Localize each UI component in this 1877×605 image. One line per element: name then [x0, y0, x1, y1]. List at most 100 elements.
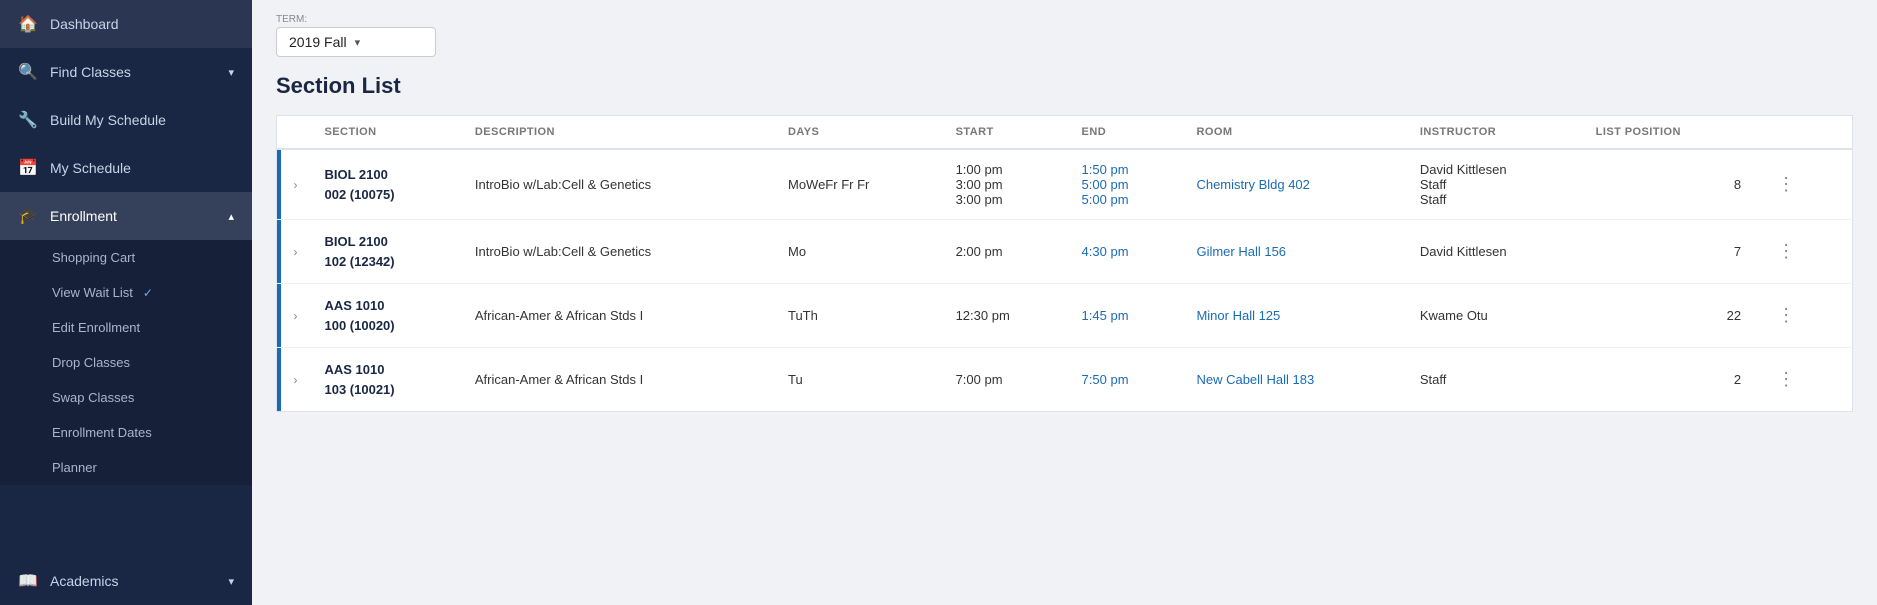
sidebar-item-build-schedule[interactable]: 🔧 Build My Schedule	[0, 96, 252, 144]
sidebar-item-swap-classes[interactable]: Swap Classes	[0, 380, 252, 415]
chevron-down-icon: ▾	[228, 66, 234, 79]
chevron-down-icon: ▾	[228, 575, 234, 588]
row-expand-button[interactable]: ›	[281, 149, 311, 220]
sidebar-item-enrollment[interactable]: 🎓 Enrollment ▴	[0, 192, 252, 240]
sidebar-item-my-schedule[interactable]: 📅 My Schedule	[0, 144, 252, 192]
row-days: Mo	[774, 220, 942, 284]
sidebar-item-dashboard[interactable]: 🏠 Dashboard	[0, 0, 252, 48]
sidebar-item-enrollment-dates[interactable]: Enrollment Dates	[0, 415, 252, 450]
home-icon: 🏠	[18, 14, 38, 34]
sidebar-item-view-wait-list[interactable]: View Wait List ✓	[0, 275, 252, 310]
row-end: 1:45 pm	[1068, 284, 1183, 348]
sidebar-item-academics[interactable]: 📖 Academics ▾	[0, 557, 252, 605]
graduation-icon: 🎓	[18, 206, 38, 226]
col-description: DESCRIPTION	[461, 116, 774, 150]
row-instructor: Staff	[1406, 348, 1582, 412]
col-section: SECTION	[311, 116, 461, 150]
table-row: ›BIOL 2100102 (12342)IntroBio w/Lab:Cell…	[277, 220, 1853, 284]
sidebar-item-planner[interactable]: Planner	[0, 450, 252, 485]
term-select[interactable]: 2019 Fall ▾	[276, 27, 436, 57]
col-list-position: LIST POSITION	[1582, 116, 1755, 150]
book-icon: 📖	[18, 571, 38, 591]
planner-label: Planner	[52, 460, 97, 475]
section-table: SECTION DESCRIPTION DAYS START END ROOM …	[276, 115, 1853, 412]
row-start: 1:00 pm3:00 pm3:00 pm	[942, 149, 1068, 220]
row-section: AAS 1010100 (10020)	[311, 284, 461, 348]
chevron-right-icon: ›	[294, 178, 298, 192]
row-room[interactable]: New Cabell Hall 183	[1182, 348, 1405, 412]
edit-enrollment-label: Edit Enrollment	[52, 320, 140, 335]
row-section: AAS 1010103 (10021)	[311, 348, 461, 412]
col-room: ROOM	[1182, 116, 1405, 150]
term-chevron-icon: ▾	[355, 36, 361, 49]
kebab-icon[interactable]: ⋮	[1769, 237, 1804, 265]
row-days: Tu	[774, 348, 942, 412]
shopping-cart-label: Shopping Cart	[52, 250, 135, 265]
table-row: › AAS 1010100 (10020)African-Amer & Afric…	[277, 284, 1853, 348]
col-actions	[1755, 116, 1852, 150]
content-area: Section List SECTION DESCRIPTION DAYS ST…	[252, 57, 1877, 605]
drop-classes-label: Drop Classes	[52, 355, 130, 370]
row-kebab-menu[interactable]: ⋮	[1755, 220, 1852, 284]
page-title: Section List	[276, 73, 1853, 99]
row-end: 1:50 pm5:00 pm5:00 pm	[1068, 149, 1183, 220]
enrollment-dates-label: Enrollment Dates	[52, 425, 152, 440]
row-start: 2:00 pm	[942, 220, 1068, 284]
kebab-icon[interactable]: ⋮	[1769, 365, 1804, 393]
sidebar-item-label: Enrollment	[50, 208, 216, 224]
row-description: African-Amer & African Stds I	[461, 284, 774, 348]
row-kebab-menu[interactable]: ⋮	[1755, 284, 1852, 348]
enrollment-submenu: Shopping Cart View Wait List ✓ Edit Enro…	[0, 240, 252, 485]
sidebar-item-drop-classes[interactable]: Drop Classes	[0, 345, 252, 380]
chevron-up-icon: ▴	[228, 210, 234, 223]
row-end: 7:50 pm	[1068, 348, 1183, 412]
col-end: END	[1068, 116, 1183, 150]
chevron-right-icon: ›	[294, 373, 298, 387]
sidebar-item-shopping-cart[interactable]: Shopping Cart	[0, 240, 252, 275]
sidebar: 🏠 Dashboard 🔍 Find Classes ▾ 🔧 Build My …	[0, 0, 252, 605]
row-expand-button[interactable]: ›	[281, 348, 311, 412]
row-description: IntroBio w/Lab:Cell & Genetics	[461, 220, 774, 284]
row-list-position: 7	[1582, 220, 1755, 284]
row-end: 4:30 pm	[1068, 220, 1183, 284]
col-instructor: INSTRUCTOR	[1406, 116, 1582, 150]
row-kebab-menu[interactable]: ⋮	[1755, 348, 1852, 412]
kebab-icon[interactable]: ⋮	[1769, 301, 1804, 329]
row-room[interactable]: Minor Hall 125	[1182, 284, 1405, 348]
sidebar-item-find-classes[interactable]: 🔍 Find Classes ▾	[0, 48, 252, 96]
wrench-icon: 🔧	[18, 110, 38, 130]
chevron-right-icon: ›	[294, 309, 298, 323]
expand-col-header	[281, 116, 311, 150]
row-room[interactable]: Gilmer Hall 156	[1182, 220, 1405, 284]
row-section: BIOL 2100002 (10075)	[311, 149, 461, 220]
row-expand-button[interactable]: ›	[281, 220, 311, 284]
sidebar-item-label: Dashboard	[50, 16, 234, 32]
row-list-position: 8	[1582, 149, 1755, 220]
sidebar-item-label: My Schedule	[50, 160, 234, 176]
row-start: 7:00 pm	[942, 348, 1068, 412]
row-instructor: David Kittlesen	[1406, 220, 1582, 284]
sidebar-item-label: Find Classes	[50, 64, 216, 80]
row-room[interactable]: Chemistry Bldg 402	[1182, 149, 1405, 220]
room-link[interactable]: Minor Hall 125	[1196, 308, 1280, 323]
main-content: Term: 2019 Fall ▾ Section List SECTION D…	[252, 0, 1877, 605]
row-section: BIOL 2100102 (12342)	[311, 220, 461, 284]
row-expand-button[interactable]: ›	[281, 284, 311, 348]
row-list-position: 2	[1582, 348, 1755, 412]
row-kebab-menu[interactable]: ⋮	[1755, 149, 1852, 220]
table-row: ›BIOL 2100002 (10075)IntroBio w/Lab:Cell…	[277, 149, 1853, 220]
calendar-icon: 📅	[18, 158, 38, 178]
sidebar-item-edit-enrollment[interactable]: Edit Enrollment	[0, 310, 252, 345]
row-days: TuTh	[774, 284, 942, 348]
check-icon: ✓	[143, 286, 153, 300]
room-link[interactable]: Chemistry Bldg 402	[1196, 177, 1309, 192]
row-days: MoWeFr Fr Fr	[774, 149, 942, 220]
sidebar-item-label: Build My Schedule	[50, 112, 234, 128]
sidebar-item-label: Academics	[50, 573, 216, 589]
top-bar: Term: 2019 Fall ▾	[252, 0, 1877, 57]
col-days: DAYS	[774, 116, 942, 150]
room-link[interactable]: Gilmer Hall 156	[1196, 244, 1286, 259]
view-wait-list-label: View Wait List	[52, 285, 133, 300]
kebab-icon[interactable]: ⋮	[1769, 170, 1804, 198]
room-link[interactable]: New Cabell Hall 183	[1196, 372, 1314, 387]
